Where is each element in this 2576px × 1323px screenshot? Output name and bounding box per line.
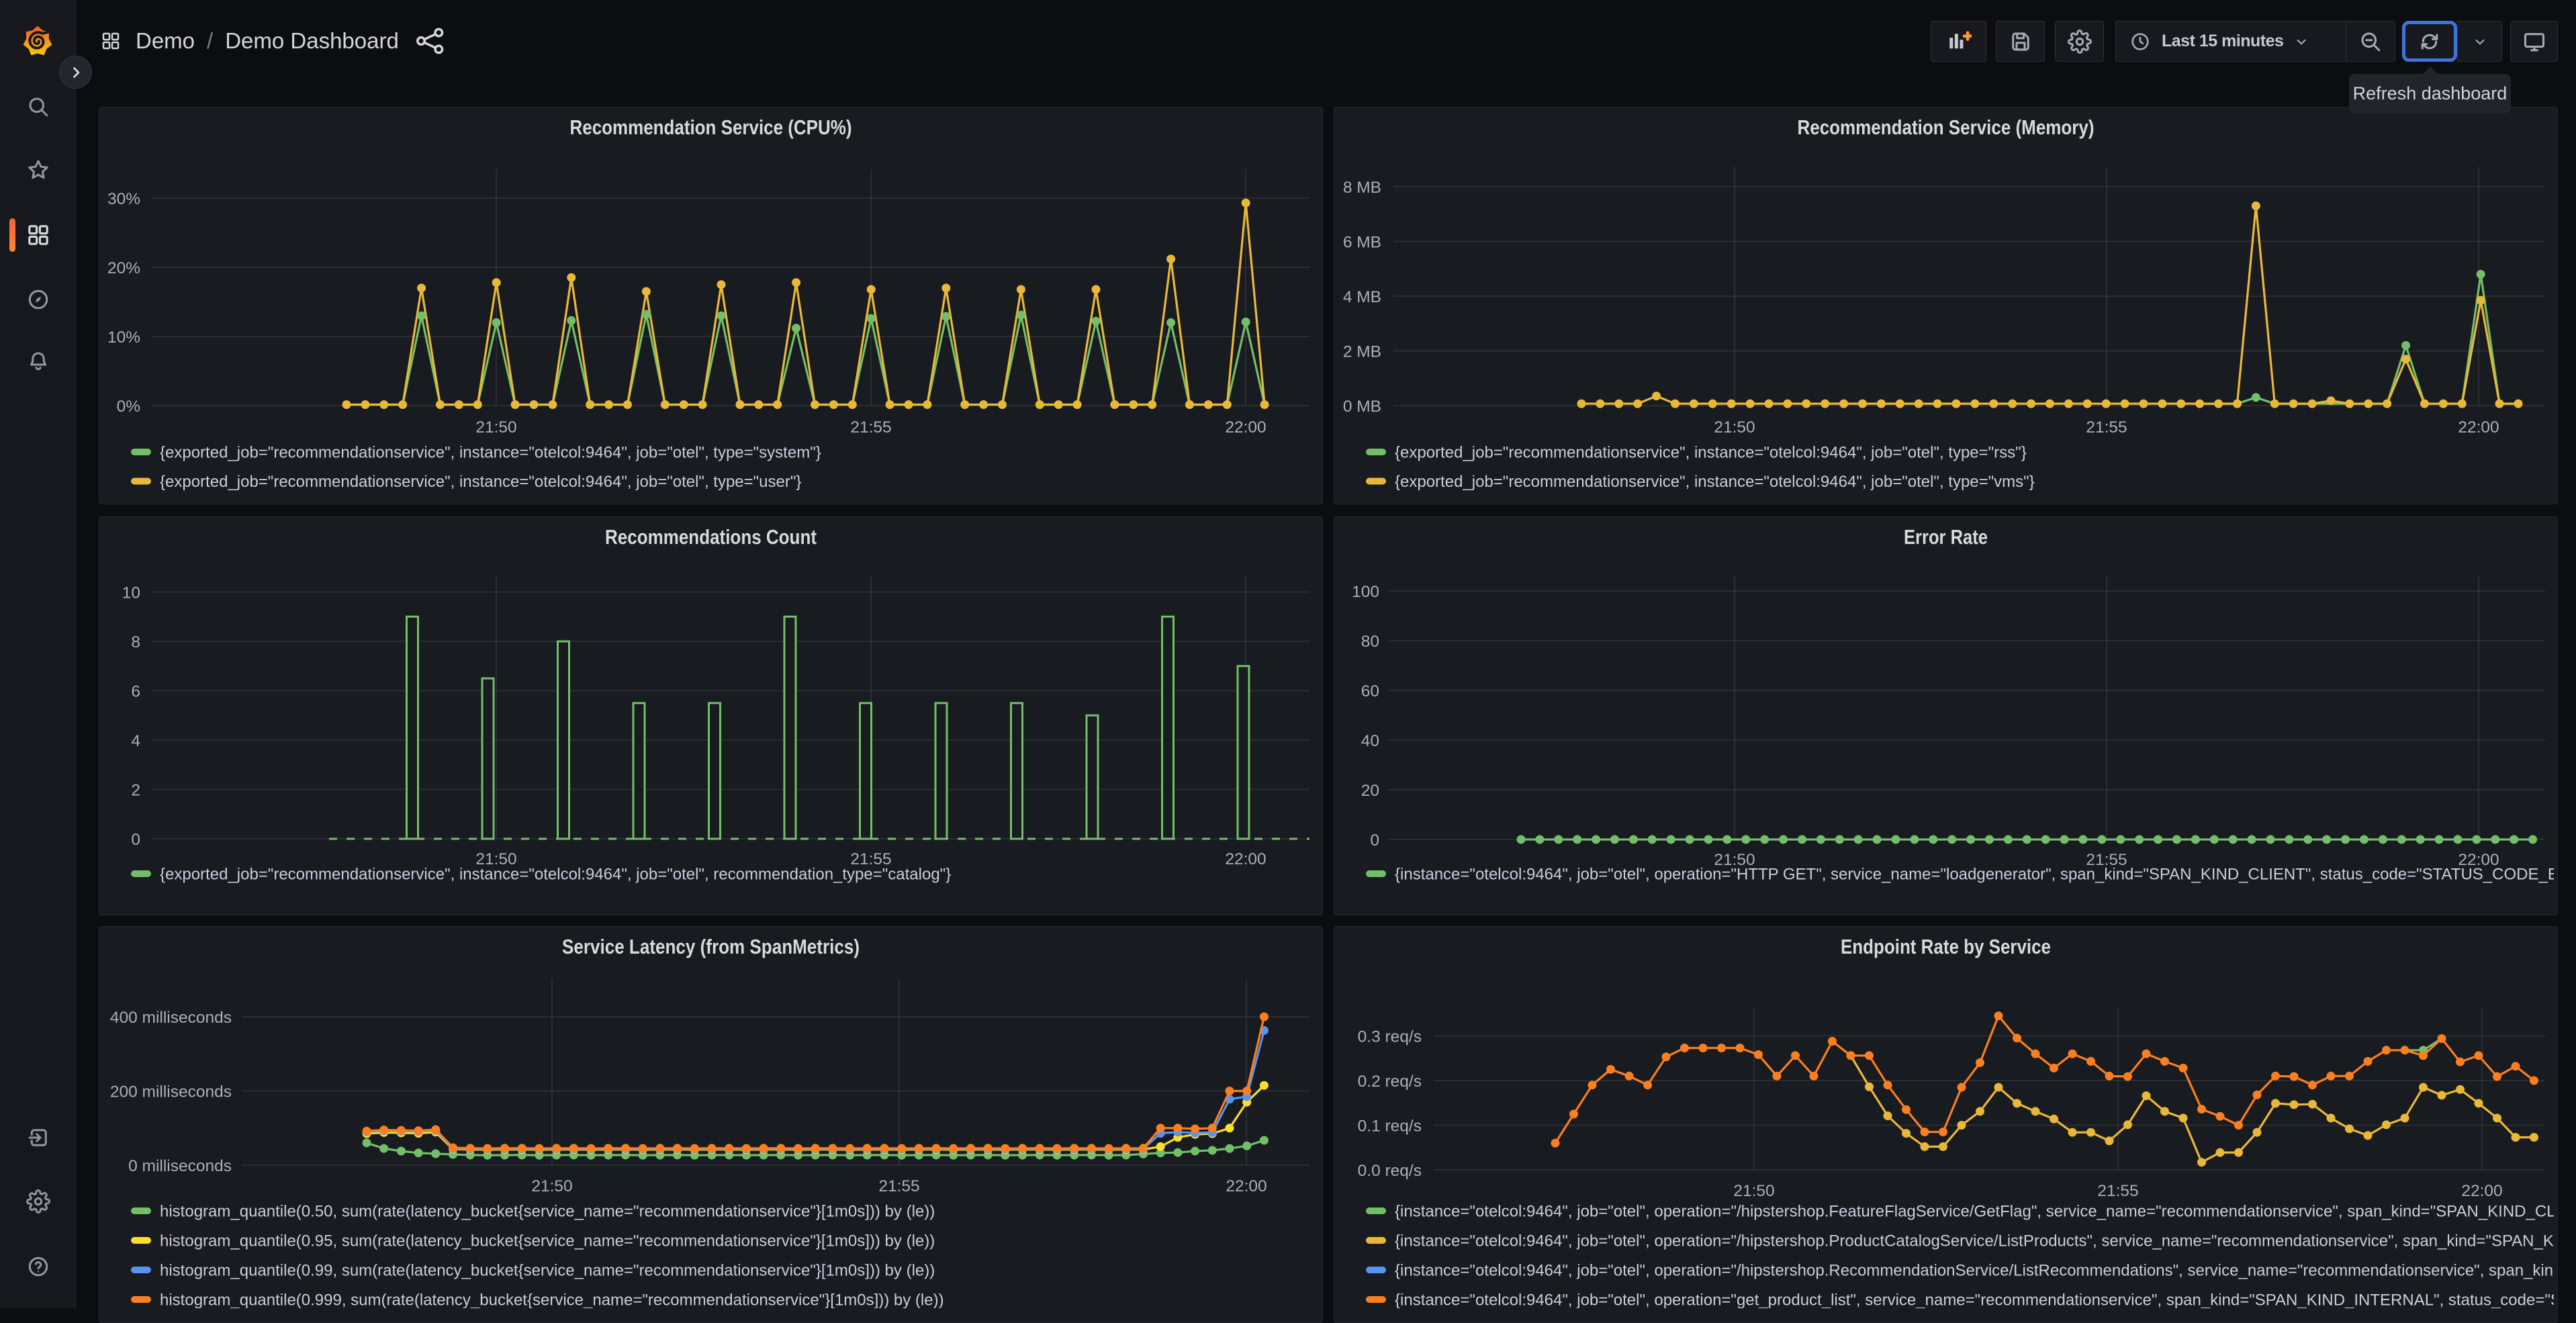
svg-text:2: 2 [131, 782, 140, 800]
svg-text:10%: 10% [107, 328, 140, 347]
svg-text:6: 6 [131, 683, 140, 701]
svg-text:21:55: 21:55 [2097, 1182, 2138, 1200]
svg-text:60: 60 [1361, 682, 1379, 700]
svg-text:histogram_quantile(0.50, sum(r: histogram_quantile(0.50, sum(rate(latenc… [160, 1203, 935, 1221]
svg-text:20: 20 [1361, 782, 1379, 800]
svg-text:22:00: 22:00 [1225, 418, 1266, 437]
svg-text:Error Rate: Error Rate [1904, 526, 1988, 549]
svg-text:0 MB: 0 MB [1343, 398, 1381, 416]
svg-text:{exported_job="recommendations: {exported_job="recommendationservice", i… [160, 473, 801, 491]
svg-text:20%: 20% [107, 259, 140, 277]
svg-text:22:00: 22:00 [2458, 418, 2499, 437]
svg-text:21:55: 21:55 [850, 418, 891, 437]
svg-text:histogram_quantile(0.999, sum(: histogram_quantile(0.999, sum(rate(laten… [160, 1291, 944, 1309]
svg-text:histogram_quantile(0.95, sum(r: histogram_quantile(0.95, sum(rate(latenc… [160, 1232, 935, 1250]
svg-text:22:00: 22:00 [2461, 1182, 2502, 1200]
svg-text:Service Latency (from SpanMetr: Service Latency (from SpanMetrics) [562, 936, 860, 958]
svg-text:{instance="otelcol:9464", job=: {instance="otelcol:9464", job="otel", op… [1395, 1203, 2576, 1221]
svg-text:0.2 req/s: 0.2 req/s [1358, 1073, 1422, 1091]
svg-text:0: 0 [1370, 831, 1379, 850]
svg-text:{exported_job="recommendations: {exported_job="recommendationservice", i… [160, 866, 951, 884]
svg-text:2 MB: 2 MB [1343, 343, 1381, 361]
svg-text:6 MB: 6 MB [1343, 234, 1381, 252]
svg-text:21:50: 21:50 [1714, 418, 1755, 437]
svg-text:4 MB: 4 MB [1343, 288, 1381, 306]
svg-text:22:00: 22:00 [1226, 1177, 1267, 1195]
svg-text:8 MB: 8 MB [1343, 179, 1381, 197]
svg-text:21:55: 21:55 [2086, 418, 2127, 437]
svg-text:histogram_quantile(0.99, sum(r: histogram_quantile(0.99, sum(rate(latenc… [160, 1262, 935, 1280]
svg-text:Recommendation Service (Memory: Recommendation Service (Memory) [1798, 116, 2095, 139]
svg-text:22:00: 22:00 [1225, 850, 1266, 868]
svg-text:21:50: 21:50 [1733, 1182, 1774, 1200]
svg-text:{exported_job="recommendations: {exported_job="recommendationservice", i… [160, 444, 821, 462]
svg-text:0: 0 [131, 831, 140, 849]
svg-text:{exported_job="recommendations: {exported_job="recommendationservice", i… [1395, 444, 2027, 462]
svg-text:{instance="otelcol:9464", job=: {instance="otelcol:9464", job="otel", op… [1395, 866, 2576, 884]
svg-text:10: 10 [122, 584, 140, 602]
svg-text:Endpoint Rate by Service: Endpoint Rate by Service [1841, 936, 2051, 958]
svg-text:100: 100 [1352, 583, 1379, 601]
svg-text:80: 80 [1361, 633, 1379, 651]
svg-text:{instance="otelcol:9464", job=: {instance="otelcol:9464", job="otel", op… [1395, 1232, 2576, 1250]
svg-text:{exported_job="recommendations: {exported_job="recommendationservice", i… [1395, 473, 2035, 491]
svg-text:21:50: 21:50 [531, 1177, 572, 1195]
svg-text:0%: 0% [117, 398, 140, 416]
svg-text:Recommendation Service (CPU%): Recommendation Service (CPU%) [570, 116, 852, 139]
svg-text:{instance="otelcol:9464", job=: {instance="otelcol:9464", job="otel", op… [1395, 1291, 2576, 1309]
svg-text:8: 8 [131, 633, 140, 651]
svg-text:0.3 req/s: 0.3 req/s [1358, 1028, 1422, 1046]
svg-text:400 milliseconds: 400 milliseconds [110, 1009, 232, 1027]
svg-text:0.0 req/s: 0.0 req/s [1358, 1162, 1422, 1180]
svg-text:4: 4 [131, 732, 140, 750]
svg-text:40: 40 [1361, 732, 1379, 750]
svg-text:Recommendations Count: Recommendations Count [605, 526, 817, 549]
svg-text:0.1 req/s: 0.1 req/s [1358, 1117, 1422, 1136]
svg-text:0 milliseconds: 0 milliseconds [128, 1157, 232, 1175]
svg-text:200 milliseconds: 200 milliseconds [110, 1083, 232, 1101]
svg-text:21:50: 21:50 [475, 418, 516, 437]
svg-text:{instance="otelcol:9464", job=: {instance="otelcol:9464", job="otel", op… [1395, 1262, 2576, 1280]
svg-text:30%: 30% [107, 190, 140, 208]
svg-text:21:55: 21:55 [878, 1177, 919, 1195]
